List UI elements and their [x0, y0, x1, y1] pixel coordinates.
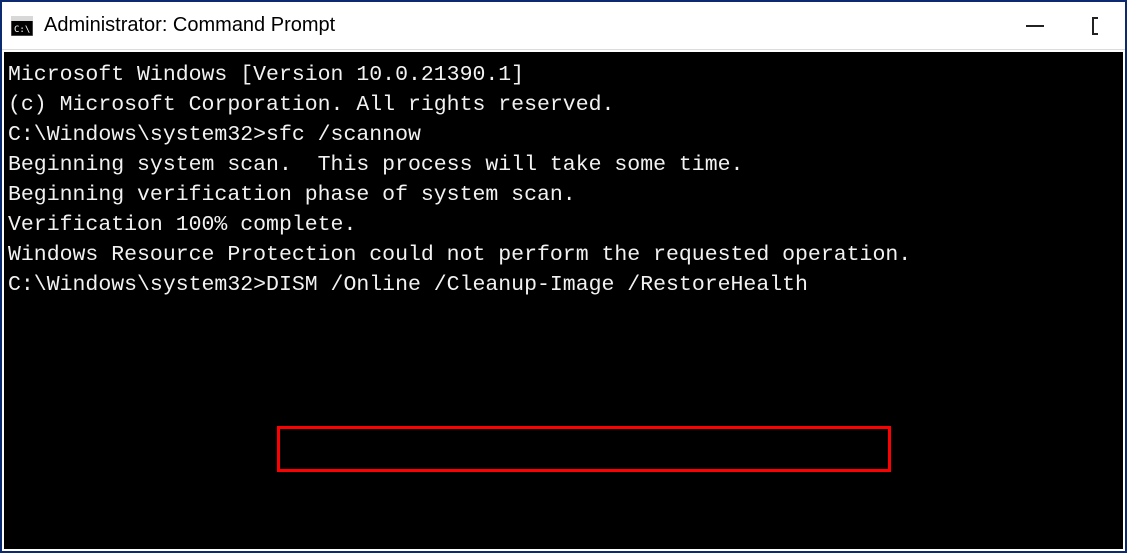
output-line: (c) Microsoft Corporation. All rights re…: [8, 90, 1119, 120]
minimize-icon: [1026, 25, 1044, 27]
command-prompt-window: C:\ Administrator: Command Prompt Micros…: [0, 0, 1127, 553]
terminal-output[interactable]: Microsoft Windows [Version 10.0.21390.1]…: [4, 52, 1123, 549]
output-line: Windows Resource Protection could not pe…: [8, 240, 1119, 270]
prompt-path: C:\Windows\system32>: [8, 273, 266, 297]
cmd-icon: C:\: [10, 14, 34, 38]
prompt-line: C:\Windows\system32>sfc /scannow: [8, 120, 1119, 150]
titlebar[interactable]: C:\ Administrator: Command Prompt: [2, 2, 1125, 50]
window-controls: [1019, 10, 1117, 42]
command-text: sfc /scannow: [266, 123, 421, 147]
output-line: Beginning system scan. This process will…: [8, 150, 1119, 180]
minimize-button[interactable]: [1019, 10, 1051, 42]
maximize-button[interactable]: [1079, 10, 1111, 42]
prompt-line: C:\Windows\system32>DISM /Online /Cleanu…: [8, 270, 1119, 300]
output-line: Verification 100% complete.: [8, 210, 1119, 240]
svg-text:C:\: C:\: [14, 25, 30, 35]
maximize-icon: [1092, 17, 1098, 35]
window-title: Administrator: Command Prompt: [44, 14, 1019, 37]
command-text: DISM /Online /Cleanup-Image /RestoreHeal…: [266, 273, 808, 297]
prompt-path: C:\Windows\system32>: [8, 123, 266, 147]
output-line: Beginning verification phase of system s…: [8, 180, 1119, 210]
output-line: Microsoft Windows [Version 10.0.21390.1]: [8, 60, 1119, 90]
